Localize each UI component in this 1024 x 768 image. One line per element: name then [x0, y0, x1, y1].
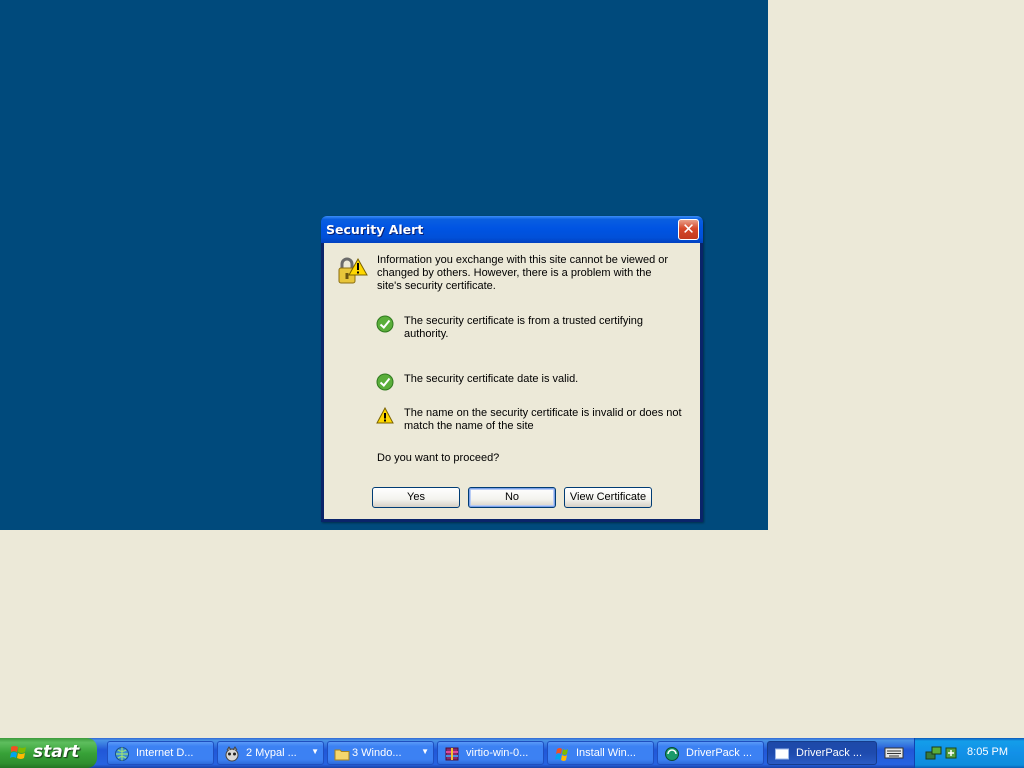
clock[interactable]: 8:05 PM — [967, 746, 1008, 758]
task-label: virtio-win-0... — [466, 747, 529, 759]
proceed-question: Do you want to proceed? — [377, 452, 500, 464]
lock-warning-icon — [338, 257, 368, 284]
check-text: The security certificate date is valid. — [404, 373, 579, 385]
start-label: start — [33, 742, 80, 762]
taskbar-button-virtio[interactable]: virtio-win-0... — [437, 741, 544, 765]
warning-text: The name on the security certificate is … — [404, 407, 682, 432]
start-button[interactable]: start — [0, 738, 97, 768]
check-icon — [376, 315, 394, 333]
driverpack-icon — [665, 747, 679, 761]
task-label: DriverPack ... — [686, 747, 753, 759]
yes-button[interactable]: Yes — [372, 487, 460, 508]
intro-text: Information you exchange with this site … — [377, 254, 669, 292]
check-icon — [376, 373, 394, 391]
taskbar-button-install[interactable]: Install Win... — [547, 741, 654, 765]
network-icon[interactable] — [925, 744, 943, 762]
mypal-icon — [225, 746, 239, 762]
no-button[interactable]: No — [468, 487, 556, 508]
task-label: Internet D... — [136, 747, 194, 759]
task-label: DriverPack ... — [796, 747, 863, 759]
view-certificate-button[interactable]: View Certificate — [564, 487, 652, 508]
close-button[interactable]: ✕ — [678, 219, 699, 240]
taskbar-button-driverpack-active[interactable]: DriverPack ... — [767, 741, 877, 765]
globe-icon — [115, 747, 129, 761]
taskbar-button-internet[interactable]: Internet D... — [107, 741, 214, 765]
warning-icon — [376, 407, 394, 424]
dialog-title: Security Alert — [326, 222, 424, 237]
archive-icon — [445, 747, 459, 761]
taskbar-button-windows-explorer[interactable]: 3 Windo... ▼ — [327, 741, 434, 765]
safely-remove-hardware-icon[interactable] — [943, 744, 959, 762]
installer-icon — [555, 748, 568, 761]
dialog-titlebar[interactable]: Security Alert ✕ — [321, 216, 703, 243]
security-alert-dialog: Security Alert ✕ Information you exchang… — [321, 216, 703, 522]
chevron-down-icon: ▼ — [311, 747, 319, 756]
task-label: 3 Windo... — [352, 747, 402, 759]
taskbar: start Internet D... 2 Mypal ... ▼ 3 Wind… — [0, 738, 1024, 768]
system-tray: 8:05 PM — [914, 738, 1024, 768]
window-icon — [775, 748, 789, 760]
task-label: Install Win... — [576, 747, 636, 759]
chevron-down-icon: ▼ — [421, 747, 429, 756]
check-text: The security certificate is from a trust… — [404, 315, 644, 340]
task-label: 2 Mypal ... — [246, 747, 297, 759]
windows-logo-icon — [10, 746, 26, 759]
taskbar-button-mypal[interactable]: 2 Mypal ... ▼ — [217, 741, 324, 765]
folder-icon — [334, 749, 350, 761]
taskbar-button-driverpack[interactable]: DriverPack ... — [657, 741, 764, 765]
keyboard-icon[interactable] — [884, 745, 904, 761]
dialog-body: Information you exchange with this site … — [324, 243, 700, 519]
